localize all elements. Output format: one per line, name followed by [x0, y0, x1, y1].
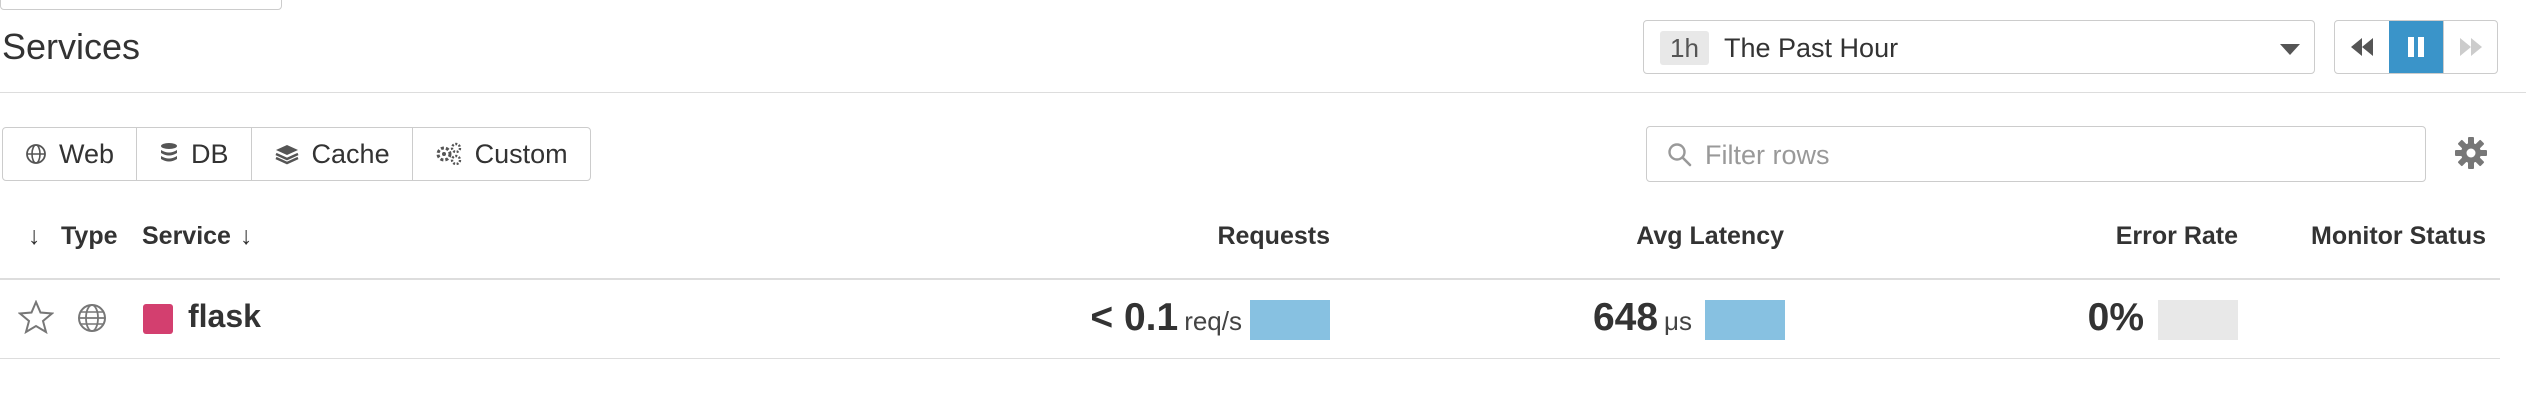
latency-bar: [1705, 300, 1785, 340]
pause-button[interactable]: [2389, 21, 2443, 73]
filter-rows-input[interactable]: [1703, 135, 2407, 175]
column-header-monitor-status[interactable]: Monitor Status: [2311, 222, 2486, 251]
settings-gear-button[interactable]: [2454, 136, 2488, 175]
requests-bar: [1250, 300, 1330, 340]
filter-cache-button[interactable]: Cache: [252, 128, 413, 180]
star-icon: [17, 299, 55, 335]
requests-unit: req/s: [1184, 306, 1242, 336]
table-header-divider: [0, 278, 2500, 280]
top-search-box[interactable]: [0, 0, 282, 10]
column-header-service[interactable]: Service: [142, 222, 231, 251]
service-type-web-icon: [76, 302, 108, 339]
favorite-star-button[interactable]: [17, 299, 55, 339]
column-header-type[interactable]: Type: [61, 222, 118, 251]
service-color-swatch: [143, 304, 173, 334]
time-range-badge: 1h: [1660, 31, 1709, 65]
latency-number: 648: [1592, 296, 1659, 339]
error-rate-number: 0%: [2087, 296, 2144, 339]
filter-custom-button[interactable]: Custom: [413, 128, 590, 180]
gear-icon: [2455, 137, 2487, 169]
page-title: Services: [2, 26, 141, 67]
requests-number: < 0.1: [1090, 296, 1179, 339]
time-range-label: The Past Hour: [1724, 33, 1899, 63]
database-icon: [161, 143, 178, 162]
playback-controls: [2334, 20, 2498, 74]
layers-icon: [275, 145, 299, 165]
error-rate-value: 0%: [2088, 296, 2144, 340]
filter-db-button[interactable]: DB: [137, 128, 252, 180]
header-divider: [0, 92, 2526, 93]
fast-forward-button[interactable]: [2443, 21, 2497, 73]
filter-web-button[interactable]: Web: [3, 128, 138, 180]
fast-forward-icon: [2460, 38, 2482, 56]
latency-unit: μs: [1664, 306, 1692, 336]
filter-custom-label: Custom: [474, 138, 568, 169]
globe-icon: [78, 304, 106, 332]
table-row-divider: [0, 358, 2500, 359]
error-rate-bar: [2158, 300, 2238, 340]
filter-cache-label: Cache: [311, 138, 390, 169]
sort-type-arrow[interactable]: ↓: [28, 222, 41, 251]
column-header-avg-latency[interactable]: Avg Latency: [1636, 222, 1784, 251]
latency-value: 648 μs: [1593, 296, 1692, 340]
column-header-requests[interactable]: Requests: [1217, 222, 1330, 251]
chevron-down-icon: [2280, 44, 2300, 55]
pause-icon: [2408, 37, 2424, 57]
filter-rows-field: [1646, 126, 2426, 182]
globe-icon: [26, 144, 46, 164]
requests-value: < 0.1 req/s: [1090, 296, 1242, 340]
filter-web-label: Web: [59, 138, 115, 169]
gears-icon: [436, 142, 461, 166]
time-range-picker[interactable]: 1h The Past Hour: [1643, 20, 2315, 74]
rewind-icon: [2351, 38, 2373, 56]
search-icon: [1668, 143, 1692, 167]
column-header-error-rate[interactable]: Error Rate: [2116, 222, 2238, 251]
service-name-link[interactable]: flask: [188, 298, 261, 335]
rewind-button[interactable]: [2335, 21, 2390, 73]
filter-db-label: DB: [191, 138, 229, 169]
sort-service-arrow[interactable]: ↓: [240, 222, 253, 251]
service-type-filters: Web DB Cache Custom: [2, 127, 591, 181]
